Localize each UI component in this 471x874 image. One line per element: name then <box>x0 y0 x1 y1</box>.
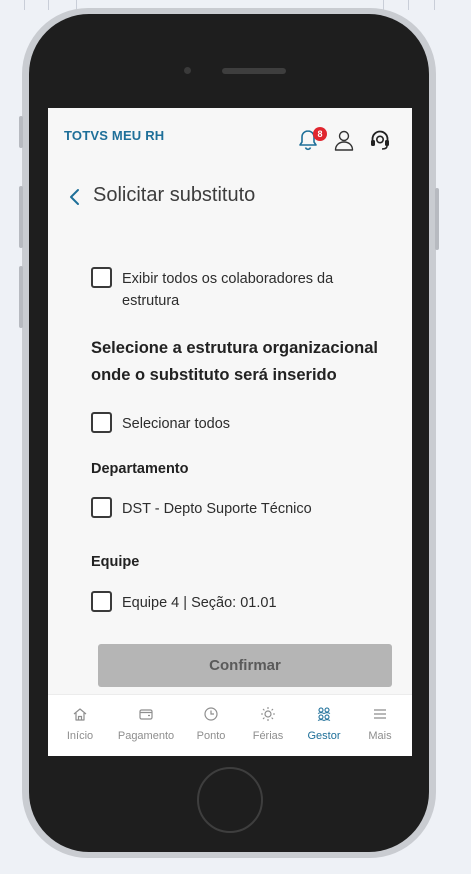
team-label: Equipe 4 | Seção: 01.01 <box>122 595 277 611</box>
wallet-icon <box>139 709 153 720</box>
team-title: Equipe <box>91 554 140 570</box>
notification-badge: 8 <box>313 127 327 141</box>
show-all-employees-checkbox[interactable] <box>91 267 112 288</box>
sun-icon <box>261 707 275 721</box>
app-header: TOTVS MEU RH 8 <box>48 108 412 168</box>
phone-mute-switch <box>19 116 23 148</box>
tab-pagamento[interactable]: Pagamento <box>111 695 181 756</box>
earpiece-speaker <box>222 68 286 74</box>
support-headset-icon[interactable] <box>368 128 392 152</box>
home-icon <box>73 708 87 721</box>
show-all-employees-label: Exibir todos os colaboradores da estrutu… <box>122 271 334 309</box>
tab-label: Mais <box>368 730 392 742</box>
department-label: DST - Depto Suporte Técnico <box>122 501 312 517</box>
page-title: Solicitar substituto <box>93 184 256 206</box>
department-title: Departamento <box>91 461 189 477</box>
tab-label: Início <box>66 730 94 742</box>
phone-volume-up <box>19 186 23 248</box>
select-all-label: Selecionar todos <box>122 416 231 432</box>
department-checkbox[interactable] <box>91 497 112 518</box>
app-screen: TOTVS MEU RH 8 Solicitar substituto Exib… <box>48 108 412 756</box>
home-button[interactable] <box>197 767 263 833</box>
confirm-button[interactable]: Confirmar <box>98 644 392 687</box>
section-title: Selecione a estrutura organizacional ond… <box>91 339 379 384</box>
bottom-tab-bar: Início Pagamento Ponto Férias Gestor Mai… <box>48 694 412 756</box>
team-icon <box>317 707 331 722</box>
tab-mais[interactable]: Mais <box>345 695 412 756</box>
menu-icon <box>374 709 386 719</box>
tab-inicio[interactable]: Início <box>48 695 115 756</box>
select-all-checkbox[interactable] <box>91 412 112 433</box>
clock-icon <box>204 707 218 721</box>
tab-label: Pagamento <box>117 730 175 742</box>
user-profile-icon[interactable] <box>332 128 356 152</box>
app-title: TOTVS MEU RH <box>64 128 165 143</box>
chevron-left-icon[interactable] <box>68 188 82 206</box>
phone-volume-down <box>19 266 23 328</box>
front-camera <box>184 67 191 74</box>
phone-power-button <box>435 188 439 250</box>
team-checkbox[interactable] <box>91 591 112 612</box>
